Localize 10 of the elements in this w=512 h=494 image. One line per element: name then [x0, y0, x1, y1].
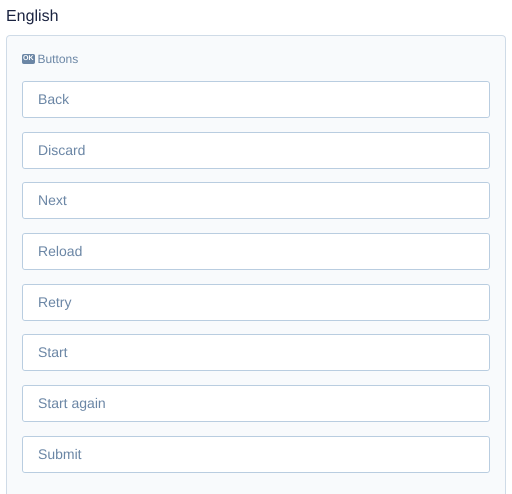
- language-heading: English: [6, 7, 60, 27]
- option-button[interactable]: Reload: [22, 233, 490, 270]
- option-button[interactable]: Submit: [22, 436, 490, 473]
- option-button[interactable]: Start again: [22, 385, 490, 422]
- section-label: Buttons: [38, 51, 78, 68]
- option-button[interactable]: Start: [22, 334, 490, 372]
- option-button[interactable]: Back: [22, 81, 490, 118]
- option-button[interactable]: Retry: [22, 284, 490, 321]
- option-button[interactable]: Next: [22, 182, 490, 220]
- option-button[interactable]: Discard: [22, 132, 490, 169]
